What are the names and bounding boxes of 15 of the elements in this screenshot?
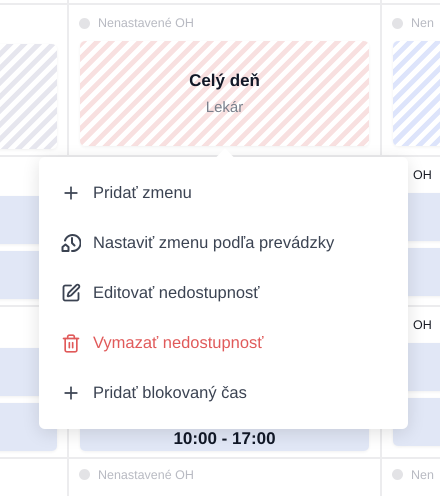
absence-reason: Lekár (206, 99, 244, 116)
menu-item[interactable]: Nastaviť zmenu podľa prevádzky (39, 218, 408, 268)
shift-time: 10:00 - 17:00 (173, 429, 276, 449)
opening-hours-status: Nen (411, 16, 434, 30)
opening-hours-status: OH (413, 168, 432, 182)
absence-title: Celý deň (189, 71, 260, 91)
menu-item[interactable]: Editovať nedostupnosť (39, 268, 408, 318)
opening-hours-status: Nenastavené OH (98, 16, 194, 30)
opening-hours-status: Nenastavené OH (98, 468, 194, 482)
menu-item[interactable]: Pridať zmenu (39, 168, 408, 218)
menu-item[interactable]: Vymazať nedostupnosť (39, 318, 408, 368)
opening-hours-status: Nen (411, 468, 434, 482)
opening-hours-status: OH (413, 318, 432, 332)
absence-card[interactable]: Celý deň Lekár (80, 41, 369, 146)
menu-item[interactable]: Pridať blokovaný čas (39, 368, 408, 418)
